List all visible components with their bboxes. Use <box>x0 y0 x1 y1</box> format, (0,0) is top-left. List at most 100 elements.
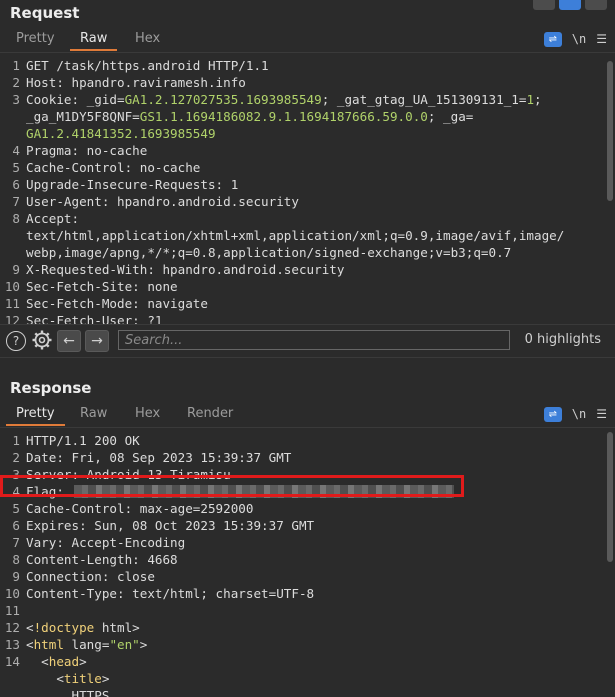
line-text: Content-Type: text/html; charset=UTF-8 <box>26 586 315 601</box>
request-line: 9 X-Requested-With: hpandro.android.secur… <box>0 261 603 278</box>
flag-highlight-box <box>0 475 464 497</box>
line-text: User-Agent: hpandro.android.security <box>26 194 299 209</box>
request-scrollbar[interactable] <box>607 61 613 201</box>
tab-response-pretty[interactable]: Pretty <box>6 402 65 426</box>
line-text: Upgrade-Insecure-Requests: 1 <box>26 177 239 192</box>
line-text: <!doctype html> <box>26 620 140 635</box>
line-text: Date: Fri, 08 Sep 2023 15:39:37 GMT <box>26 450 292 465</box>
response-line: 13 <html lang="en"> <box>0 636 603 653</box>
response-editor[interactable]: 1 HTTP/1.1 200 OK 2 Date: Fri, 08 Sep 2023 … <box>0 427 615 697</box>
request-line: 10 Sec-Fetch-Site: none <box>0 278 603 295</box>
menu-icon[interactable]: ☰ <box>596 407 607 421</box>
layout-columns-icon[interactable] <box>533 0 555 10</box>
newline-toggle[interactable]: \n <box>572 32 586 46</box>
line-number: 5 <box>12 160 20 175</box>
response-title: Response <box>10 379 92 397</box>
line-text: X-Requested-With: hpandro.android.securi… <box>26 262 345 277</box>
line-text: GET /task/https.android HTTP/1.1 <box>26 58 269 73</box>
line-text: _ga_M1DY5F8QNF=GS1.1.1694186082.9.1.1694… <box>26 109 474 124</box>
response-line: 7 Vary: Accept-Encoding <box>0 534 603 551</box>
tab-response-raw[interactable]: Raw <box>70 402 117 426</box>
request-line: 8 Accept: <box>0 210 603 227</box>
response-line: 11 <box>0 602 603 619</box>
line-number: 8 <box>12 211 20 226</box>
previous-match-icon[interactable]: ← <box>57 330 81 352</box>
layout-toggle-group <box>533 0 607 10</box>
response-line: 1 HTTP/1.1 200 OK <box>0 432 603 449</box>
line-number: 14 <box>4 654 20 669</box>
line-number: 1 <box>12 433 20 448</box>
response-line: 14 <head> <box>0 653 603 670</box>
response-tabs: Pretty Raw Hex Render ⇌ \n ☰ <box>0 402 615 426</box>
request-line: webp,image/apng,*/*;q=0.8,application/si… <box>0 244 603 261</box>
line-text: Pragma: no-cache <box>26 143 148 158</box>
line-number: 10 <box>4 279 20 294</box>
search-input[interactable]: Search... <box>118 330 510 350</box>
line-text: Sec-Fetch-User: ?1 <box>26 313 163 324</box>
search-toolbar: ? ← → Search... 0 highlights <box>0 324 615 357</box>
line-text: Content-Length: 4668 <box>26 552 178 567</box>
word-wrap-icon[interactable]: ⇌ <box>543 31 562 47</box>
line-number: 13 <box>4 637 20 652</box>
line-text: Cookie: _gid=GA1.2.127027535.1693985549;… <box>26 92 542 107</box>
request-tabs: Pretty Raw Hex ⇌ \n ☰ <box>0 27 615 51</box>
line-text: Host: hpandro.raviramesh.info <box>26 75 246 90</box>
request-editor[interactable]: 1 GET /task/https.android HTTP/1.1 2 Host: … <box>0 52 615 324</box>
request-line: GA1.2.41841352.1693985549 <box>0 125 603 142</box>
menu-icon[interactable]: ☰ <box>596 32 607 46</box>
request-line: text/html,application/xhtml+xml,applicat… <box>0 227 603 244</box>
response-line: 6 Expires: Sun, 08 Oct 2023 15:39:37 GMT <box>0 517 603 534</box>
line-text: <head> <box>26 654 87 669</box>
line-text: webp,image/apng,*/*;q=0.8,application/si… <box>26 245 512 260</box>
line-number: 2 <box>12 450 20 465</box>
tab-request-pretty[interactable]: Pretty <box>6 27 65 51</box>
line-number: 9 <box>12 569 20 584</box>
request-line: 6 Upgrade-Insecure-Requests: 1 <box>0 176 603 193</box>
request-line: 12 Sec-Fetch-User: ?1 <box>0 312 603 324</box>
request-line: 2 Host: hpandro.raviramesh.info <box>0 74 603 91</box>
response-line: 2 Date: Fri, 08 Sep 2023 15:39:37 GMT <box>0 449 603 466</box>
response-line: 12 <!doctype html> <box>0 619 603 636</box>
response-scrollbar[interactable] <box>607 432 613 562</box>
request-line: 4 Pragma: no-cache <box>0 142 603 159</box>
line-text: GA1.2.41841352.1693985549 <box>26 126 216 141</box>
response-line: 5 Cache-Control: max-age=2592000 <box>0 500 603 517</box>
line-number: 7 <box>12 535 20 550</box>
response-line: 8 Content-Length: 4668 <box>0 551 603 568</box>
word-wrap-icon[interactable]: ⇌ <box>543 406 562 422</box>
next-match-icon[interactable]: → <box>85 330 109 352</box>
line-number: 6 <box>12 518 20 533</box>
line-number: 12 <box>4 620 20 635</box>
request-line: 3 Cookie: _gid=GA1.2.127027535.1693985549… <box>0 91 603 108</box>
request-line: 7 User-Agent: hpandro.android.security <box>0 193 603 210</box>
line-text: text/html,application/xhtml+xml,applicat… <box>26 228 565 243</box>
tab-request-hex[interactable]: Hex <box>125 27 170 51</box>
line-number: 11 <box>4 603 20 618</box>
line-text: Cache-Control: no-cache <box>26 160 201 175</box>
line-number: 11 <box>4 296 20 311</box>
tab-response-render[interactable]: Render <box>177 402 243 426</box>
line-number: 5 <box>12 501 20 516</box>
line-number: 7 <box>12 194 20 209</box>
request-line: 5 Cache-Control: no-cache <box>0 159 603 176</box>
response-line: <title> <box>0 670 603 687</box>
highlights-count: 0 highlights <box>524 332 601 347</box>
layout-rows-icon[interactable] <box>559 0 581 10</box>
tab-response-hex[interactable]: Hex <box>125 402 170 426</box>
line-text: Sec-Fetch-Site: none <box>26 279 178 294</box>
request-line: _ga_M1DY5F8QNF=GS1.1.1694186082.9.1.1694… <box>0 108 603 125</box>
line-text: Cache-Control: max-age=2592000 <box>26 501 254 516</box>
pane-divider[interactable] <box>0 357 615 369</box>
line-number: 4 <box>12 143 20 158</box>
help-icon[interactable]: ? <box>6 331 26 351</box>
line-number: 2 <box>12 75 20 90</box>
line-number: 1 <box>12 58 20 73</box>
line-number: 8 <box>12 552 20 567</box>
line-text: Sec-Fetch-Mode: navigate <box>26 296 208 311</box>
settings-gear-icon[interactable] <box>31 329 53 351</box>
layout-single-icon[interactable] <box>585 0 607 10</box>
tab-request-raw[interactable]: Raw <box>70 27 118 51</box>
newline-toggle[interactable]: \n <box>572 407 586 421</box>
line-number: 9 <box>12 262 20 277</box>
request-line: 11 Sec-Fetch-Mode: navigate <box>0 295 603 312</box>
